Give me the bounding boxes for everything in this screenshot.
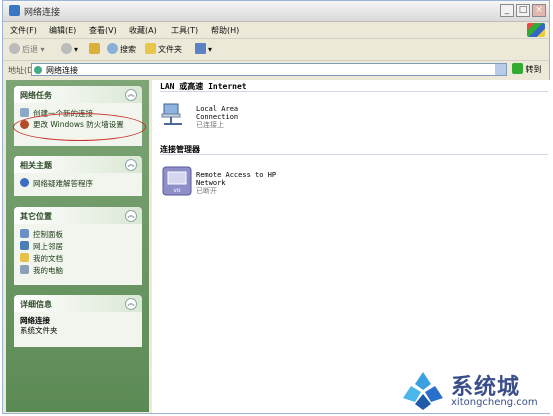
panel-title: 详细信息 — [20, 300, 52, 309]
go-button[interactable]: 转到 — [512, 63, 546, 76]
views-icon — [195, 43, 206, 54]
related-topics-panel: 相关主题 ︽ 网络疑难解答程序 — [14, 156, 142, 196]
link-label: 我的电脑 — [33, 266, 63, 275]
vpn-name-line1: Remote Access to HP — [196, 171, 277, 179]
collapse-icon[interactable]: ︽ — [125, 159, 137, 171]
link-label: 控制面板 — [33, 230, 63, 239]
link-label: 网络疑难解答程序 — [33, 179, 93, 188]
close-button[interactable]: × — [532, 4, 546, 17]
vpn-name-line2: Network — [196, 179, 226, 187]
lan-connection-icon — [161, 103, 182, 125]
content-area: LAN 或高速 Internet Local Area Connection 已… — [152, 80, 551, 413]
new-connection-icon — [20, 108, 29, 117]
documents-icon — [20, 253, 29, 262]
brand-url: xitongcheng.com — [451, 397, 538, 408]
vpn-connection-icon: vo — [162, 166, 192, 196]
search-icon — [107, 43, 118, 54]
explorer-window: 网络连接 _ □ × 文件(F) 编辑(E) 查看(V) 收藏(A) 工具(T)… — [2, 0, 551, 414]
lan-name-line2: Connection — [196, 113, 239, 121]
folders-label: 文件夹 — [158, 45, 182, 54]
control-panel-icon — [20, 229, 29, 238]
network-icon — [34, 66, 42, 74]
go-label: 转到 — [525, 65, 542, 74]
panel-header[interactable]: 其它位置 ︽ — [14, 207, 142, 224]
watermark: 系统城 xitongcheng.com — [395, 366, 553, 416]
search-button[interactable]: 搜索 — [107, 43, 136, 55]
forward-button[interactable]: ▾ — [61, 43, 78, 54]
panel-header[interactable]: 详细信息 ︽ — [14, 295, 142, 312]
back-label: 后退 — [22, 45, 38, 54]
panel-title: 网络任务 — [20, 91, 52, 100]
link-label: 网上邻居 — [33, 242, 63, 251]
address-dropdown[interactable] — [495, 64, 506, 75]
network-places-link[interactable]: 网上邻居 — [20, 240, 136, 252]
details-panel: 详细信息 ︽ 网络连接 系统文件夹 — [14, 295, 142, 347]
collapse-icon[interactable]: ︽ — [125, 298, 137, 310]
windows-logo-icon — [527, 23, 545, 37]
window-title: 网络连接 — [24, 8, 61, 18]
svg-text:vo: vo — [173, 187, 181, 194]
search-label: 搜索 — [120, 45, 136, 54]
network-places-icon — [20, 241, 29, 250]
menu-file[interactable]: 文件(F) — [10, 25, 37, 36]
troubleshooter-link[interactable]: 网络疑难解答程序 — [20, 177, 136, 189]
panel-title: 相关主题 — [20, 161, 52, 170]
vpn-status: 已断开 — [196, 187, 217, 195]
control-panel-link[interactable]: 控制面板 — [20, 228, 136, 240]
menu-help[interactable]: 帮助(H) — [211, 25, 239, 36]
my-computer-link[interactable]: 我的电脑 — [20, 264, 136, 276]
title-bar: 网络连接 _ □ × — [3, 1, 549, 22]
highlight-circle — [13, 113, 146, 141]
my-documents-link[interactable]: 我的文档 — [20, 252, 136, 264]
folder-up-icon — [89, 43, 100, 54]
back-button[interactable]: 后退 ▾ — [9, 43, 45, 55]
section-divider — [160, 154, 548, 155]
lan-status: 已连接上 — [196, 121, 224, 129]
up-button[interactable] — [89, 43, 102, 54]
details-type: 系统文件夹 — [20, 326, 58, 335]
collapse-icon[interactable]: ︽ — [125, 89, 137, 101]
menu-view[interactable]: 查看(V) — [89, 25, 117, 36]
folders-button[interactable]: 文件夹 — [145, 43, 182, 55]
computer-icon — [20, 265, 29, 274]
menu-bar: 文件(F) 编辑(E) 查看(V) 收藏(A) 工具(T) 帮助(H) — [3, 22, 549, 39]
other-places-panel: 其它位置 ︽ 控制面板 网上邻居 我的文档 我的电脑 — [14, 207, 142, 285]
lan-name-line1: Local Area — [196, 105, 239, 113]
menu-favorites[interactable]: 收藏(A) — [129, 25, 157, 36]
brand-logo-icon — [403, 372, 443, 410]
maximize-button[interactable]: □ — [516, 4, 530, 17]
views-button[interactable]: ▾ — [195, 43, 212, 54]
panel-title: 其它位置 — [20, 212, 52, 221]
toolbar: 后退 ▾ ▾ 搜索 文件夹 ▾ — [3, 39, 549, 61]
section-divider — [160, 91, 548, 92]
link-label: 我的文档 — [33, 254, 63, 263]
forward-arrow-icon — [61, 43, 72, 54]
address-value: 网络连接 — [46, 66, 78, 75]
folders-icon — [145, 43, 156, 54]
back-arrow-icon — [9, 43, 20, 54]
menu-tools[interactable]: 工具(T) — [171, 25, 198, 36]
network-folder-icon — [9, 5, 20, 16]
panel-header[interactable]: 相关主题 ︽ — [14, 156, 142, 173]
info-icon — [20, 178, 29, 187]
minimize-button[interactable]: _ — [500, 4, 514, 17]
details-name: 网络连接 — [20, 316, 50, 325]
go-arrow-icon — [512, 63, 523, 74]
collapse-icon[interactable]: ︽ — [125, 210, 137, 222]
address-bar: 地址(D) 网络连接 转到 — [3, 61, 549, 79]
panel-header[interactable]: 网络任务 ︽ — [14, 86, 142, 103]
address-input[interactable]: 网络连接 — [31, 63, 507, 76]
menu-edit[interactable]: 编辑(E) — [49, 25, 76, 36]
